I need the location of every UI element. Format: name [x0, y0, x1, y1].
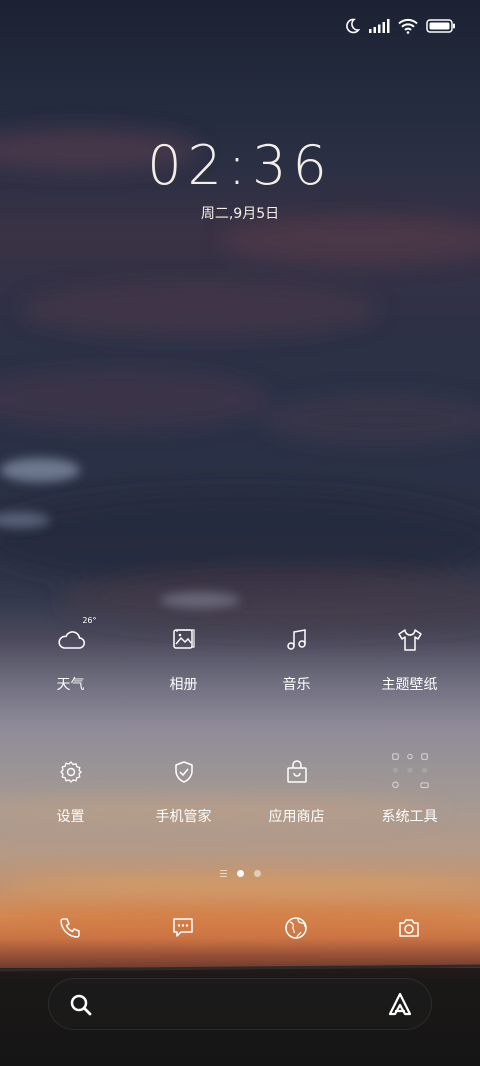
temperature-badge: 26° [82, 616, 97, 625]
battery-icon [426, 19, 455, 33]
gear-icon [51, 752, 91, 792]
signal-icon [369, 19, 390, 33]
app-music[interactable]: 音乐 [240, 620, 353, 694]
app-settings[interactable]: 设置 [14, 752, 127, 826]
folder-grid-icon [390, 752, 430, 792]
search-bar[interactable] [48, 978, 432, 1030]
page-dot-active[interactable] [236, 870, 244, 877]
wifi-icon [398, 18, 418, 34]
app-store[interactable]: 应用商店 [240, 752, 353, 826]
app-security[interactable]: 手机管家 [127, 752, 240, 826]
app-label: 天气 [56, 677, 85, 693]
app-themes[interactable]: 主题壁纸 [353, 620, 466, 694]
page-dot[interactable] [253, 870, 261, 877]
moon-icon [346, 18, 360, 34]
app-label: 音乐 [282, 677, 311, 693]
app-label: 系统工具 [381, 809, 438, 825]
app-label: 主题壁纸 [381, 677, 438, 693]
message-icon[interactable] [163, 908, 203, 948]
list-view-icon[interactable] [219, 870, 227, 877]
app-gallery[interactable]: 相册 [127, 620, 240, 694]
search-icon[interactable] [69, 993, 93, 1017]
shield-check-icon [164, 752, 204, 792]
page-indicator [0, 870, 480, 877]
cloud-icon: 26° [51, 616, 97, 660]
app-label: 相册 [169, 677, 198, 693]
clock[interactable]: 02:36 [0, 134, 480, 197]
app-label: 手机管家 [155, 809, 212, 825]
phone-icon[interactable] [50, 908, 90, 948]
gallery-icon [164, 620, 204, 660]
status-bar [344, 18, 456, 34]
shopping-bag-icon [277, 752, 317, 792]
assistant-icon[interactable] [387, 992, 413, 1018]
tshirt-icon [390, 620, 430, 660]
browser-icon[interactable] [276, 908, 316, 948]
app-weather[interactable]: 26° 天气 [14, 616, 127, 694]
date[interactable]: 周二,9月5日 [0, 203, 480, 223]
app-system-tools[interactable]: 系统工具 [353, 752, 466, 826]
music-note-icon [277, 620, 317, 660]
app-label: 应用商店 [268, 809, 325, 825]
camera-icon[interactable] [389, 908, 429, 948]
app-label: 设置 [56, 809, 85, 825]
